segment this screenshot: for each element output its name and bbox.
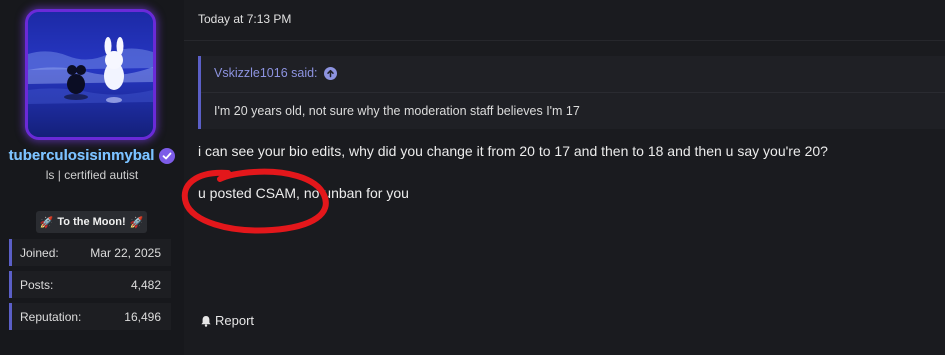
red-circle-annotation xyxy=(181,168,329,234)
report-button[interactable]: Report xyxy=(200,313,254,328)
quote-block: Vskizzle1016 said: I'm 20 years old, not… xyxy=(198,56,945,129)
username[interactable]: tuberculosisinmybal xyxy=(9,147,155,164)
rocket-icon-right: 🚀 xyxy=(129,216,144,229)
stat-joined: Joined: Mar 22, 2025 xyxy=(9,239,171,266)
quote-divider xyxy=(201,92,945,93)
message-line: u posted CSAM, no unban for you xyxy=(198,185,409,201)
stat-value: Mar 22, 2025 xyxy=(90,245,161,260)
post-content: Today at 7:13 PM Vskizzle1016 said: I'm … xyxy=(181,0,945,355)
avatar-image xyxy=(28,12,153,137)
message-line: i can see your bio edits, why did you ch… xyxy=(198,143,828,159)
arrow-up-icon[interactable] xyxy=(323,66,337,80)
stat-posts: Posts: 4,482 xyxy=(9,271,171,298)
stat-value: 16,496 xyxy=(124,309,161,324)
avatar[interactable] xyxy=(25,9,156,140)
report-label: Report xyxy=(215,313,255,328)
stat-value[interactable]: 4,482 xyxy=(131,278,161,292)
user-banner: 🚀 To the Moon! 🚀 xyxy=(36,211,147,233)
stat-reputation: Reputation: 16,496 xyxy=(9,303,171,330)
stat-label: Posts: xyxy=(20,277,54,292)
stat-label: Reputation: xyxy=(20,309,82,324)
banner-label: To the Moon! xyxy=(57,216,126,228)
verified-badge-icon xyxy=(159,147,176,164)
quote-header[interactable]: Vskizzle1016 said: xyxy=(214,66,337,80)
post-timestamp[interactable]: Today at 7:13 PM xyxy=(198,12,291,26)
quote-author[interactable]: Vskizzle1016 said: xyxy=(214,66,318,80)
header-divider xyxy=(184,40,945,41)
user-panel: tuberculosisinmybal ls | certified autis… xyxy=(0,0,184,355)
stat-label: Joined: xyxy=(20,245,59,260)
username-row: tuberculosisinmybal xyxy=(0,147,184,164)
bell-icon xyxy=(201,315,211,327)
rocket-icon-left: 🚀 xyxy=(39,216,54,229)
quote-text: I'm 20 years old, not sure why the moder… xyxy=(214,104,580,118)
user-title: ls | certified autist xyxy=(45,168,139,182)
